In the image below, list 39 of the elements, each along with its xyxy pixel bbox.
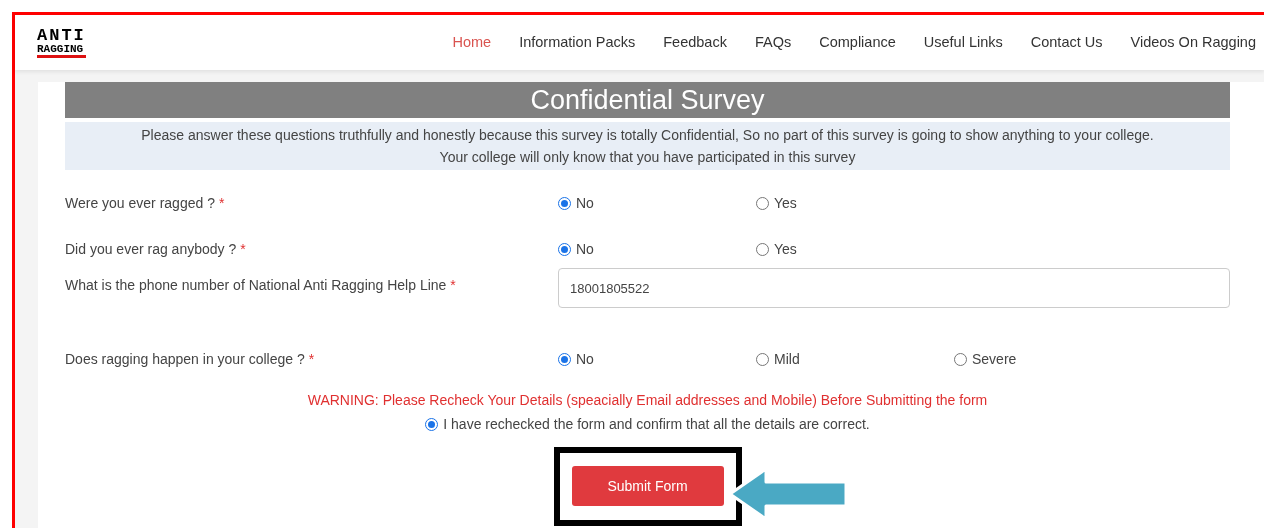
input-field[interactable]: 18001805522: [558, 268, 1230, 308]
radio-button[interactable]: [756, 352, 769, 366]
required-mark: *: [240, 239, 246, 259]
option-label: Severe: [972, 349, 1017, 369]
nav-link[interactable]: Information Packs: [519, 31, 636, 54]
nav-link[interactable]: FAQs: [754, 31, 792, 54]
option-label: No: [576, 349, 594, 369]
nav-link[interactable]: Useful Links: [923, 31, 1003, 54]
warning-text: WARNING: Please Recheck Your Details (speacially Email addresses and Mobile) Before Submitting the form: [307, 391, 988, 410]
required-mark: *: [308, 349, 315, 369]
nav-link[interactable]: Contact Us: [1030, 31, 1103, 54]
nav-link[interactable]: Videos On Ragging: [1130, 31, 1256, 54]
question-label: What is the phone number of National Anti Ragging Help Line: [65, 276, 447, 295]
radio-button[interactable]: [558, 242, 571, 256]
option-label: Yes: [774, 239, 797, 259]
survey-title: Confidential Survey: [65, 82, 1230, 118]
question-label: Did you ever rag anybody ?: [65, 239, 237, 259]
nav-link[interactable]: Compliance: [819, 31, 896, 54]
submit-button[interactable]: Submit Form: [571, 466, 724, 506]
radio-button[interactable]: [558, 196, 571, 210]
nav-link[interactable]: Home: [452, 31, 492, 54]
required-mark: *: [218, 193, 225, 213]
option-label: No: [576, 193, 594, 213]
option-label: Yes: [774, 193, 797, 213]
radio-button[interactable]: [756, 196, 769, 210]
required-mark: *: [450, 276, 456, 295]
radio-button[interactable]: [756, 242, 769, 256]
confirm-label: I have rechecked the form and confirm that all the details are correct.: [443, 415, 870, 434]
option-label: Mild: [774, 349, 800, 369]
nav-link[interactable]: Feedback: [663, 31, 727, 54]
question-label: Does ragging happen in your college ?: [65, 349, 305, 369]
question-label: Were you ever ragged ?: [65, 193, 215, 213]
radio-button[interactable]: [558, 352, 571, 366]
radio-button[interactable]: [425, 418, 439, 431]
notice-text: Please answer these questions truthfully and honestly because this survey is totally Confidential, So no part of this survey is going to show anything to your college.: [141, 126, 1154, 145]
notice-text: Your college will only know that you have participated in this survey: [439, 148, 856, 167]
option-label: No: [576, 239, 594, 259]
logo[interactable]: ANTI RAGGING: [37, 27, 86, 58]
radio-button[interactable]: [954, 352, 967, 366]
